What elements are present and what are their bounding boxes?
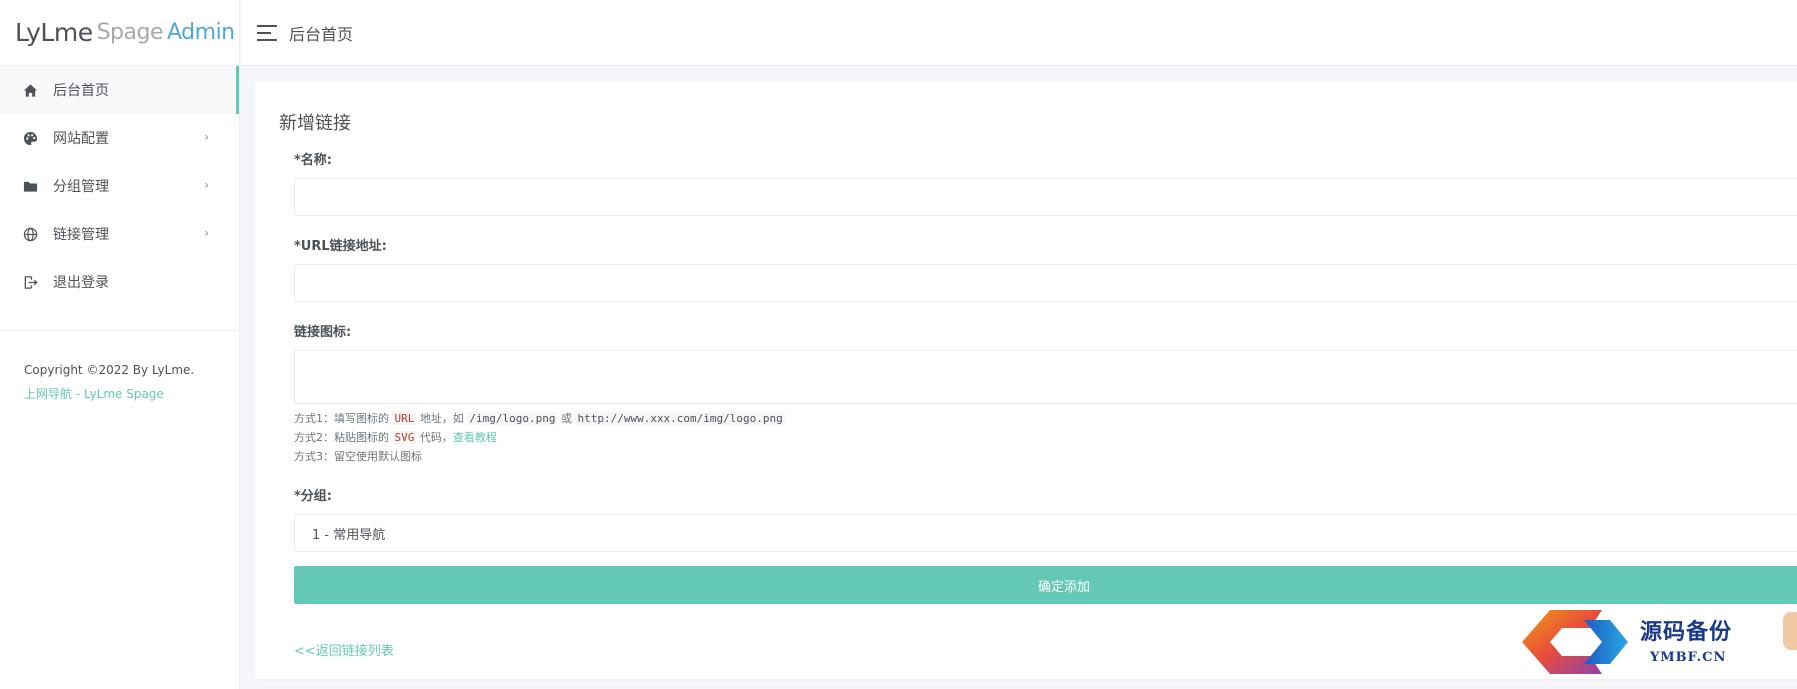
confirm-add-button[interactable]: 确定添加 (294, 566, 1797, 604)
home-icon (22, 82, 38, 98)
hint-text: 方式2：粘贴图标的 (294, 431, 393, 444)
sidebar-item-label: 分组管理 (53, 179, 109, 195)
hint-line-3: 方式3：留空使用默认图标 (294, 450, 422, 463)
field-group-icon: 链接图标: 方式1：填写图标的 URL 地址，如 /img/logo.png 或… (294, 324, 1797, 466)
icon-label: 链接图标: (294, 325, 352, 340)
sidebar-item-logout[interactable]: 退出登录 (0, 258, 239, 306)
hint-text: 地址，如 (416, 412, 468, 425)
sidebar-item-site-config[interactable]: 网站配置 › (0, 114, 239, 162)
name-input[interactable] (294, 178, 1797, 216)
menu-toggle-icon[interactable] (257, 24, 279, 41)
watermark-title: 源码备份 (1640, 619, 1733, 645)
name-label: *名称: (294, 153, 332, 168)
group-select-value: 1 - 常用导航 (312, 527, 386, 543)
add-link-form: *名称: *URL链接地址: 链接图标: 方式1：填写图标的 URL 地址，如 … (294, 152, 1797, 659)
logo-text-spage: Spage (96, 20, 164, 45)
edge-decoration (1783, 612, 1797, 650)
field-group-group: *分组: 1 - 常用导航 (294, 488, 1797, 552)
sidebar-item-link-management[interactable]: 链接管理 › (0, 210, 239, 258)
hint-code: SVG (392, 431, 417, 444)
logout-icon (22, 274, 38, 290)
logo-text-lylme: LyLme (15, 18, 93, 47)
icon-hint: 方式1：填写图标的 URL 地址，如 /img/logo.png 或 http:… (294, 409, 1797, 466)
folder-icon (22, 178, 38, 194)
hint-code: URL (392, 412, 417, 425)
field-group-url: *URL链接地址: (294, 238, 1797, 302)
chevron-right-icon: › (204, 130, 209, 144)
copyright: Copyright ©2022 By LyLme. 上网导航 - LyLme S… (0, 331, 239, 406)
card-title: 新增链接 (279, 113, 351, 134)
sidebar-item-label: 网站配置 (53, 131, 109, 147)
tutorial-link[interactable]: 查看教程 (453, 431, 497, 444)
group-label: *分组: (294, 489, 332, 504)
chevron-right-icon: › (204, 178, 209, 192)
url-label: *URL链接地址: (294, 239, 387, 254)
hint-text: 或 (557, 412, 576, 425)
sidebar-item-label: 链接管理 (53, 227, 109, 243)
url-input[interactable] (294, 264, 1797, 302)
app-logo[interactable]: LyLme Spage Admin (0, 0, 239, 66)
hint-line-2: 方式2：粘贴图标的 SVG 代码，查看教程 (294, 428, 1797, 447)
sidebar-item-dashboard[interactable]: 后台首页 (0, 66, 239, 114)
palette-icon (22, 130, 38, 146)
sidebar-item-label: 后台首页 (53, 83, 109, 99)
copyright-link[interactable]: 上网导航 - LyLme Spage (24, 382, 215, 406)
icon-textarea[interactable] (294, 350, 1797, 404)
chevron-right-icon: › (204, 226, 209, 240)
top-header: 后台首页 (241, 0, 1797, 66)
watermark-char: 码 (1568, 630, 1595, 660)
sidebar-item-label: 退出登录 (53, 275, 109, 291)
watermark-domain: YMBF.CN (1650, 650, 1727, 665)
copyright-text: Copyright ©2022 By LyLme. (24, 363, 195, 377)
sidebar-nav: 后台首页 网站配置 › 分组管理 › 链接管理 › 退出登录 (0, 66, 239, 306)
hint-text: 方式1：填写图标的 (294, 412, 393, 425)
hint-code: http://www.xxx.com/img/logo.png (575, 412, 785, 425)
globe-icon (22, 226, 38, 242)
sidebar-item-group-management[interactable]: 分组管理 › (0, 162, 239, 210)
sidebar: LyLme Spage Admin 后台首页 网站配置 › 分组管理 › 链接管… (0, 0, 240, 689)
group-select[interactable]: 1 - 常用导航 (294, 514, 1797, 552)
hint-line-1: 方式1：填写图标的 URL 地址，如 /img/logo.png 或 http:… (294, 409, 1797, 428)
watermark-logo: 码 源码备份 YMBF.CN (1510, 606, 1750, 678)
logo-text-admin: Admin (167, 20, 235, 45)
page-title: 后台首页 (289, 24, 354, 44)
add-link-card: 新增链接 *名称: *URL链接地址: 链接图标: 方式1：填写图标的 URL … (255, 82, 1797, 679)
hint-code: /img/logo.png (467, 412, 558, 425)
hint-text: 代码， (416, 431, 453, 444)
field-group-name: *名称: (294, 152, 1797, 216)
